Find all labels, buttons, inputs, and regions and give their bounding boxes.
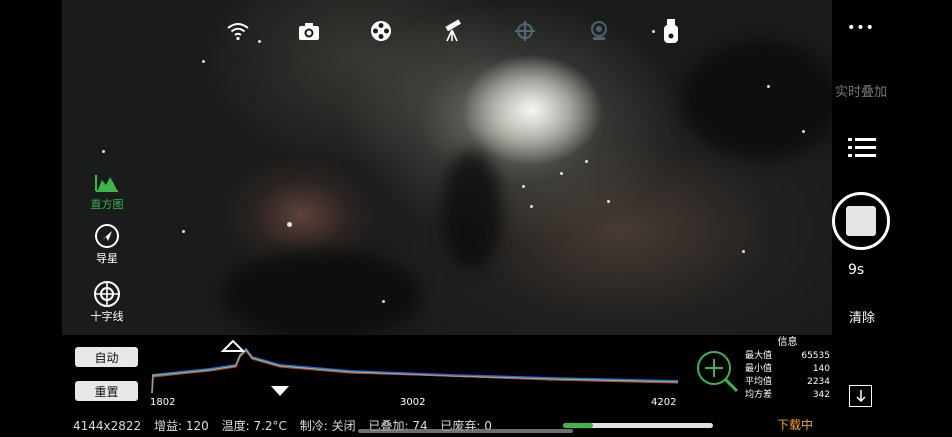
download-icon[interactable] (849, 385, 872, 407)
progress-fill (563, 423, 593, 428)
histogram-tick-high: 4202 (651, 397, 677, 408)
histogram-icon (82, 168, 132, 196)
stats-label: 均方差 (745, 390, 773, 400)
tool-crosshair-label: 十字线 (90, 310, 124, 323)
stats-label: 最大值 (745, 351, 773, 361)
sky-image-preview[interactable] (62, 0, 832, 335)
stats-label: 最小值 (745, 364, 773, 374)
focuser-icon[interactable] (512, 18, 538, 44)
usb-storage-icon[interactable] (658, 18, 684, 44)
white-point-marker[interactable] (270, 382, 290, 401)
tool-guide[interactable]: 导星 (82, 222, 132, 266)
stats-title: 信息 (777, 337, 798, 348)
list-menu-icon[interactable] (848, 137, 876, 163)
crosshair-icon (82, 280, 132, 308)
exposure-timer: 9s (848, 262, 865, 278)
resolution-text: 4144x2822 (73, 419, 142, 433)
stats-label: 平均值 (745, 377, 773, 387)
stats-value: 2234 (807, 377, 830, 387)
stats-value: 140 (812, 364, 830, 374)
tool-histogram[interactable]: 直方图 (82, 168, 132, 212)
stats-row: 平均值 2234 (745, 376, 830, 389)
guide-arrow-icon (82, 222, 132, 250)
download-status: 下载中 (777, 418, 814, 432)
stop-capture-button[interactable] (832, 192, 890, 250)
stats-value: 342 (812, 390, 830, 400)
histogram-tick-low: 1802 (150, 397, 176, 408)
zoom-in-icon[interactable] (694, 348, 740, 398)
stats-value: 65535 (801, 351, 830, 361)
right-control-panel: ••• 实时叠加 9s 清除 下载中 (777, 0, 952, 437)
cooling-text: 制冷: 关闭 (299, 419, 356, 433)
wifi-icon[interactable] (225, 18, 251, 44)
tool-histogram-label: 直方图 (90, 198, 124, 211)
camera-icon[interactable] (296, 18, 322, 44)
stop-icon (846, 206, 876, 236)
clear-button[interactable]: 清除 (849, 307, 875, 326)
more-options-button[interactable]: ••• (846, 20, 876, 36)
stats-row: 均方差 342 (745, 389, 830, 402)
image-stats-panel: 信息 最大值 65535 最小值 140 平均值 2234 均方差 342 (745, 336, 830, 402)
tool-guide-label: 导星 (96, 252, 118, 265)
stats-row: 最大值 65535 (745, 350, 830, 363)
reset-button[interactable]: 重置 (75, 381, 138, 401)
stats-row: 最小值 140 (745, 363, 830, 376)
gain-text: 增益: 120 (154, 419, 209, 433)
histogram-tick-mid: 3002 (400, 397, 426, 408)
guide-camera-icon[interactable] (586, 18, 612, 44)
telescope-icon[interactable] (440, 18, 466, 44)
live-stack-label[interactable]: 实时叠加 (835, 81, 887, 100)
auto-stretch-button[interactable]: 自动 (75, 347, 138, 367)
download-progress-bar (563, 423, 713, 428)
home-indicator-bar[interactable] (358, 429, 573, 433)
temperature-text: 温度: 7.2°C (221, 419, 287, 433)
black-point-marker[interactable] (220, 338, 246, 357)
filter-wheel-icon[interactable] (368, 18, 394, 44)
tool-crosshair[interactable]: 十字线 (82, 280, 132, 324)
